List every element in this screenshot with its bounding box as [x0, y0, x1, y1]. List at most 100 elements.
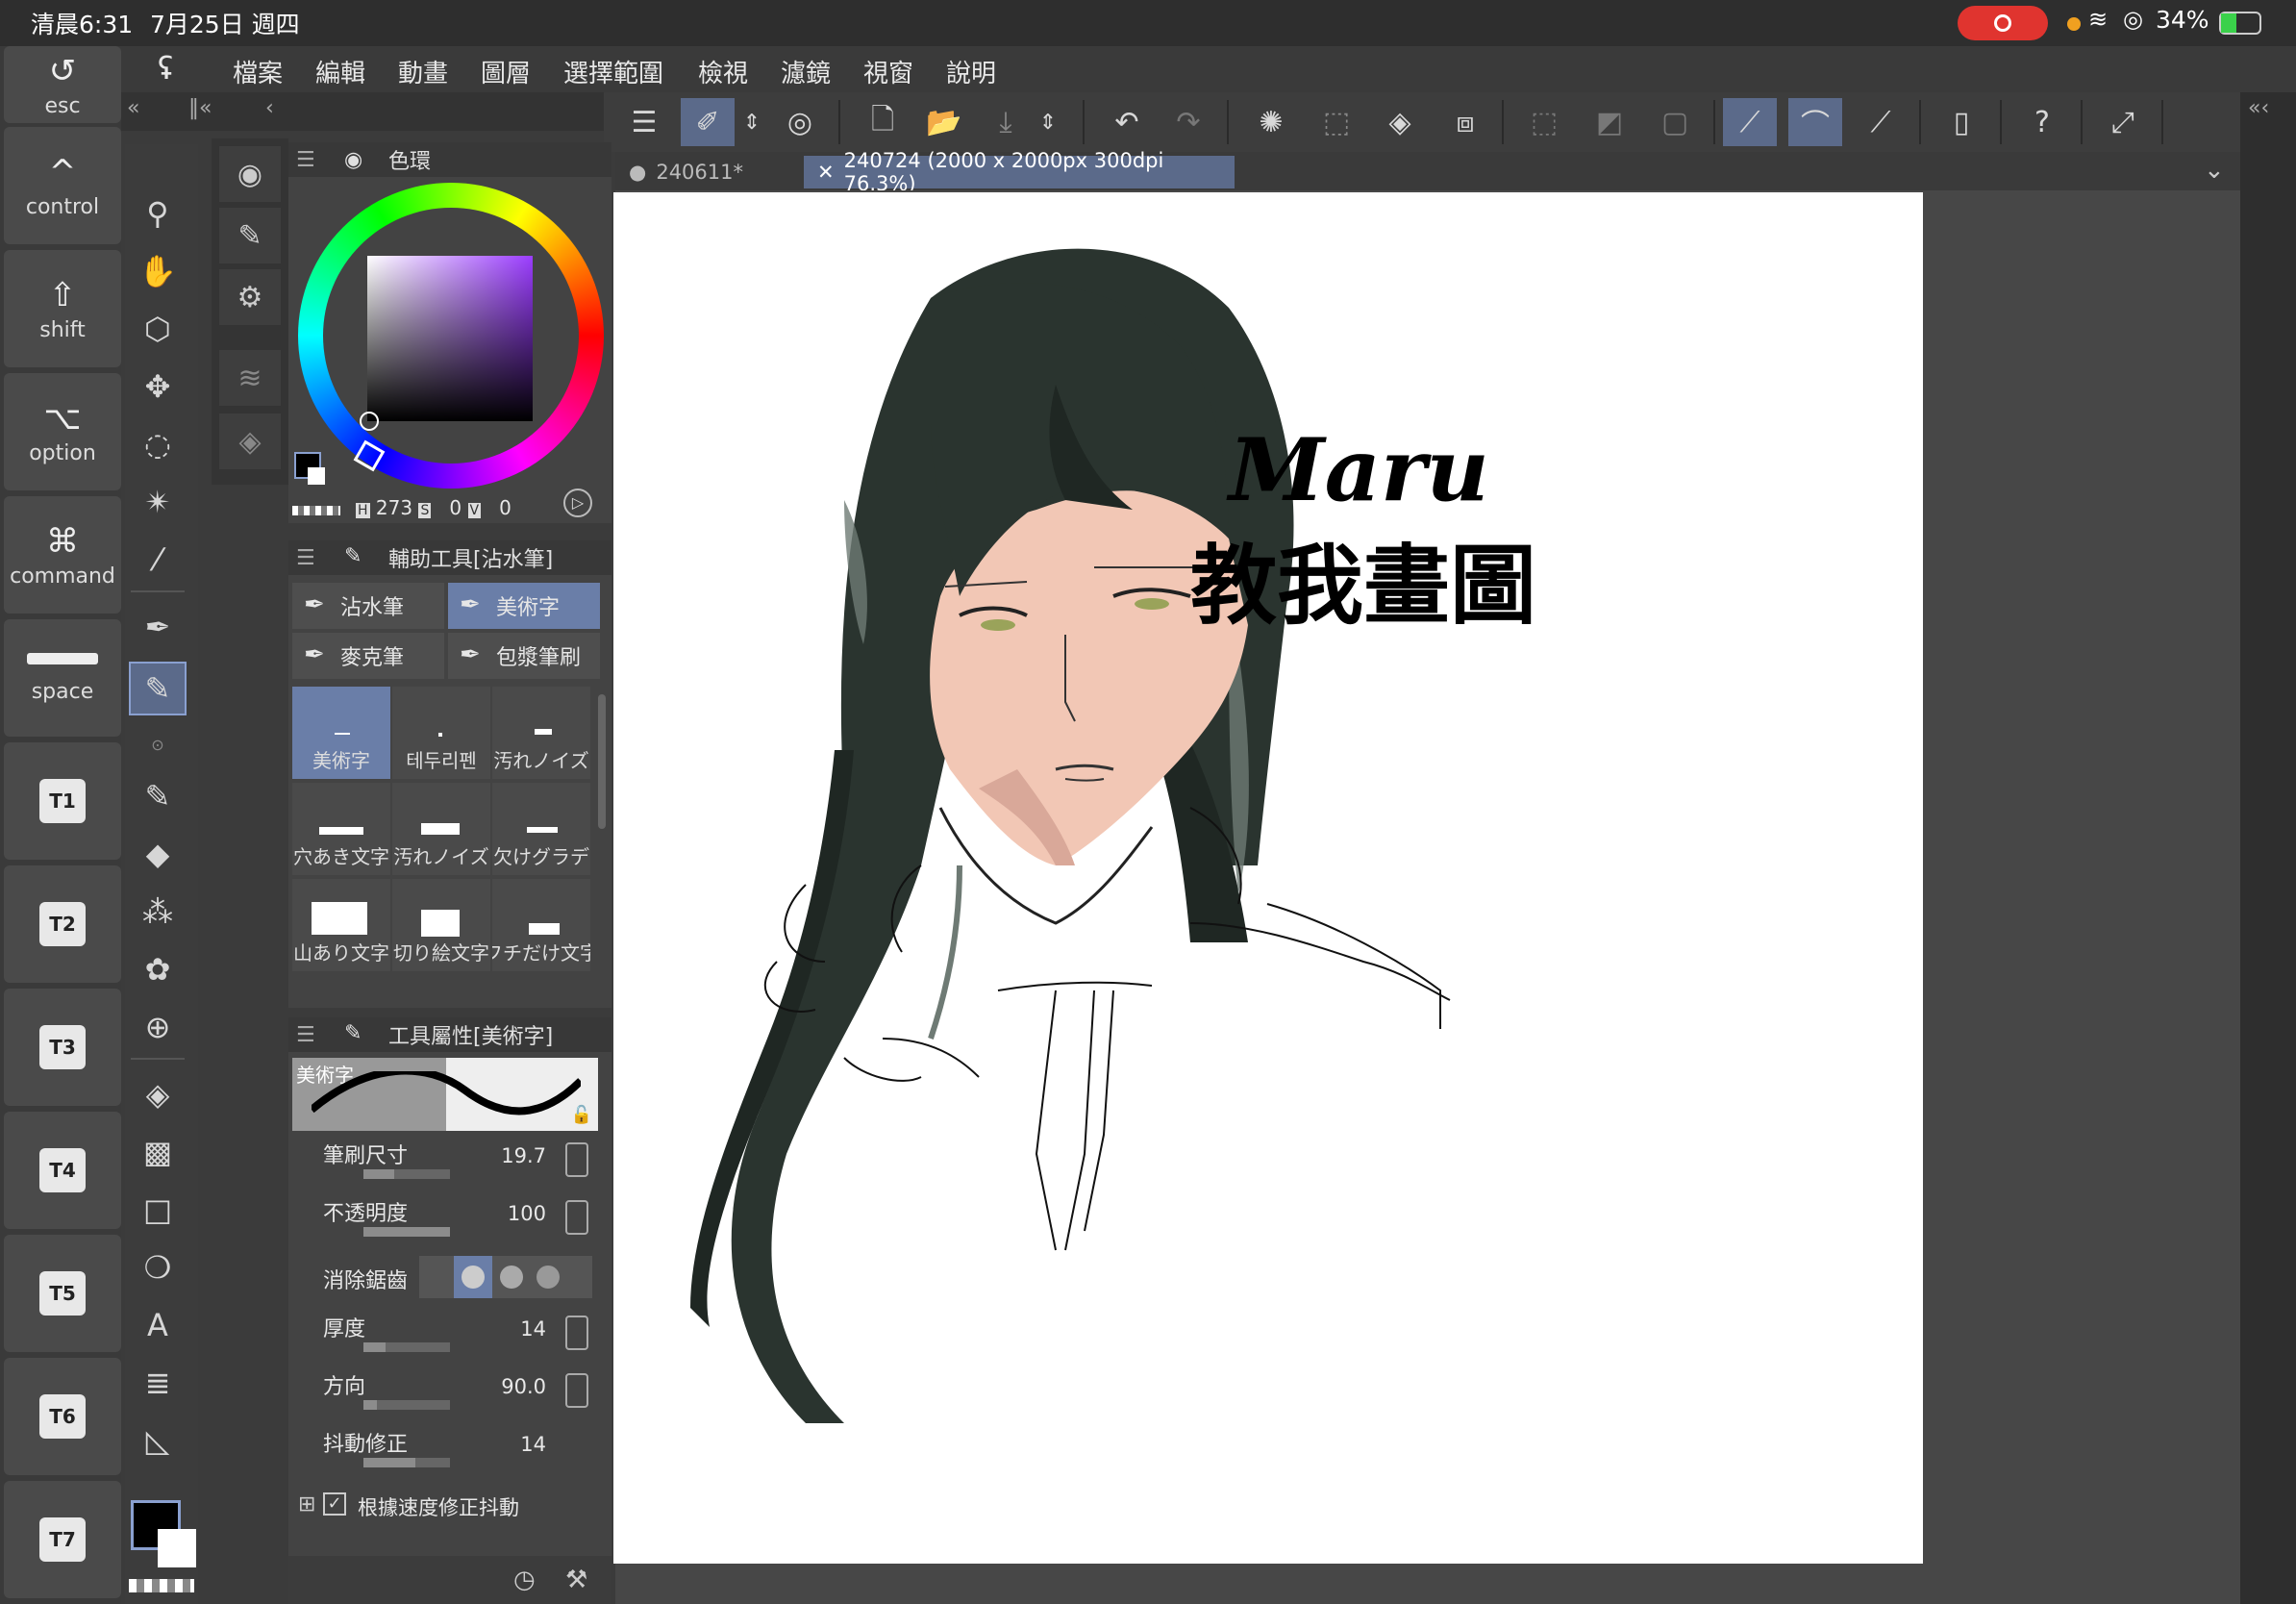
menu-layer[interactable]: 圖層	[481, 54, 531, 89]
lasso-icon[interactable]: ◌	[131, 419, 185, 469]
grid-snap-icon[interactable]: ⟋	[1854, 98, 1908, 146]
saturation-value-square[interactable]	[367, 256, 533, 421]
save-chevron-icon[interactable]: ⇕	[1031, 98, 1065, 146]
t3-key[interactable]: T3	[4, 989, 121, 1106]
control-key[interactable]: ^ control	[4, 127, 121, 244]
move-icon[interactable]: ✥	[131, 362, 185, 412]
transparent-color-swatch[interactable]	[129, 1579, 194, 1592]
reset-icon[interactable]: ◷	[513, 1566, 536, 1594]
fill-bucket-icon[interactable]: ◈	[131, 1069, 185, 1119]
thickness-slider[interactable]	[363, 1342, 450, 1352]
panel-menu-icon[interactable]: ☰	[296, 1023, 315, 1047]
chevron-down-icon[interactable]: ⌄	[2204, 156, 2225, 185]
invert-selection-icon[interactable]: ◩	[1583, 98, 1636, 146]
collapse-panel-icon[interactable]: ‹	[265, 96, 274, 120]
opacity-slider[interactable]	[363, 1227, 450, 1237]
panel-menu-icon[interactable]: ☰	[296, 546, 315, 570]
brush-size-slider[interactable]	[363, 1169, 450, 1179]
menu-window[interactable]: 視窗	[863, 54, 913, 89]
zoom-icon[interactable]: ⚲	[131, 188, 185, 238]
wheel-sub-swatch[interactable]	[308, 467, 325, 485]
deselect-icon[interactable]: ⬚	[1517, 98, 1571, 146]
menu-help[interactable]: 說明	[946, 54, 996, 89]
ruler-icon[interactable]: ◺	[131, 1416, 185, 1466]
layer-property-panel-icon[interactable]: ≋	[219, 350, 281, 406]
prop-brush-size[interactable]: 筆刷尺寸 19.7	[288, 1135, 596, 1189]
lock-icon[interactable]: 🔓	[571, 1105, 592, 1125]
collapse-toolstrip-icon[interactable]: ‖«	[188, 96, 212, 120]
layer-panel-icon[interactable]: ◈	[219, 414, 281, 469]
eyedropper-icon[interactable]: ⁄	[131, 535, 185, 585]
t4-key[interactable]: T4	[4, 1112, 121, 1229]
airbrush-icon[interactable]: ⁂	[131, 887, 185, 937]
special-ruler-snap-icon[interactable]: ⌒	[1788, 98, 1842, 146]
gradient-icon[interactable]: ▩	[131, 1127, 185, 1177]
text-icon[interactable]: A	[131, 1300, 185, 1350]
subtool-panel-icon[interactable]: ✎	[219, 208, 281, 263]
eraser-icon[interactable]: ◆	[131, 829, 185, 879]
save-icon[interactable]: ⤓	[979, 98, 1033, 146]
menu-animation[interactable]: 動畫	[398, 54, 448, 89]
magic-wand-icon[interactable]: ✴	[131, 477, 185, 527]
sv-cursor[interactable]	[360, 412, 379, 431]
t1-key[interactable]: T1	[4, 742, 121, 860]
selection-border-icon[interactable]: ▢	[1648, 98, 1702, 146]
open-file-icon[interactable]: 📂	[917, 98, 971, 146]
transform-icon[interactable]: ⧈	[1438, 98, 1492, 146]
object-icon[interactable]: ⬡	[131, 304, 185, 354]
esc-key[interactable]: ↺ esc	[4, 46, 121, 123]
t6-key[interactable]: T6	[4, 1358, 121, 1475]
prop-stabilization[interactable]: 抖動修正 14	[288, 1423, 596, 1477]
menu-filter[interactable]: 濾鏡	[781, 54, 831, 89]
fullscreen-icon[interactable]: ⤢	[2096, 98, 2150, 146]
redraw-icon[interactable]: ◎	[773, 98, 827, 146]
prop-thickness[interactable]: 厚度 14	[288, 1308, 596, 1362]
prop-opacity[interactable]: 不透明度 100	[288, 1192, 596, 1246]
pressure-toggle-icon[interactable]	[565, 1373, 588, 1408]
subtool-group-brush[interactable]: ✒ 包漿筆刷	[448, 633, 600, 679]
color-mode-icon[interactable]: ▷	[563, 489, 592, 517]
menu-file[interactable]: 檔案	[233, 54, 283, 89]
option-key[interactable]: ⌥ option	[4, 373, 121, 490]
redo-icon[interactable]: ↷	[1161, 98, 1215, 146]
pressure-toggle-icon[interactable]	[565, 1316, 588, 1350]
loading-icon[interactable]: ✺	[1244, 98, 1298, 146]
frame-icon[interactable]: ❍	[131, 1242, 185, 1292]
subtool-group-marker[interactable]: ✒ 麥克筆	[292, 633, 444, 679]
panel-menu-icon[interactable]: ☰	[296, 148, 315, 172]
brush-icon[interactable]: ✎	[131, 771, 185, 821]
sub-color-swatch[interactable]	[158, 1529, 196, 1567]
new-file-icon[interactable]: 🗋	[856, 98, 910, 146]
tab-240611[interactable]: ● 240611*	[615, 156, 798, 188]
subtool-group-dippen[interactable]: ✒ 沾水筆	[292, 583, 444, 629]
expand-right-icon[interactable]: «‹	[2248, 96, 2269, 120]
ruler-snap-icon[interactable]: ⟋	[1723, 98, 1777, 146]
menu-selection[interactable]: 選擇範圍	[563, 54, 663, 89]
expand-plus-icon[interactable]: ⊞	[298, 1492, 315, 1516]
undo-icon[interactable]: ↶	[1100, 98, 1154, 146]
collapse-left-icon[interactable]: «	[127, 96, 139, 120]
figure-icon[interactable]: □	[131, 1185, 185, 1235]
tab-240724[interactable]: ✕ 240724 (2000 x 2000px 300dpi 76.3%)	[804, 149, 1235, 195]
wheel-transparent-swatch[interactable]	[292, 506, 340, 515]
modify-icon[interactable]: ✐	[681, 98, 735, 146]
device-settings-icon[interactable]: ▯	[1934, 98, 1988, 146]
subtool-group-lettering[interactable]: ✒ 美術字	[448, 583, 600, 629]
hand-icon[interactable]: ✋	[131, 246, 185, 296]
help-icon[interactable]: ?	[2015, 98, 2069, 146]
direction-slider[interactable]	[363, 1400, 450, 1410]
speed-stabilization-row[interactable]: ⊞ ✓ 根據速度修正抖動	[298, 1489, 606, 1521]
tool-property-panel-icon[interactable]: ⚙	[219, 269, 281, 325]
menu-view[interactable]: 檢視	[698, 54, 748, 89]
t5-key[interactable]: T5	[4, 1235, 121, 1352]
drawing-canvas[interactable]: Maru 教我畫圖	[613, 192, 1923, 1564]
menu-edit[interactable]: 編輯	[315, 54, 365, 89]
wrench-icon[interactable]: ⚒	[565, 1566, 587, 1594]
app-logo-icon[interactable]: ʢ	[158, 50, 173, 87]
pressure-toggle-icon[interactable]	[565, 1200, 588, 1235]
blend-icon[interactable]: ⊕	[131, 1002, 185, 1052]
pressure-toggle-icon[interactable]	[565, 1142, 588, 1177]
pen-active-icon[interactable]: ✎	[129, 662, 187, 715]
chevron-updown-icon[interactable]: ⇕	[735, 98, 769, 146]
menu-toggle-icon[interactable]: ☰	[617, 98, 671, 146]
